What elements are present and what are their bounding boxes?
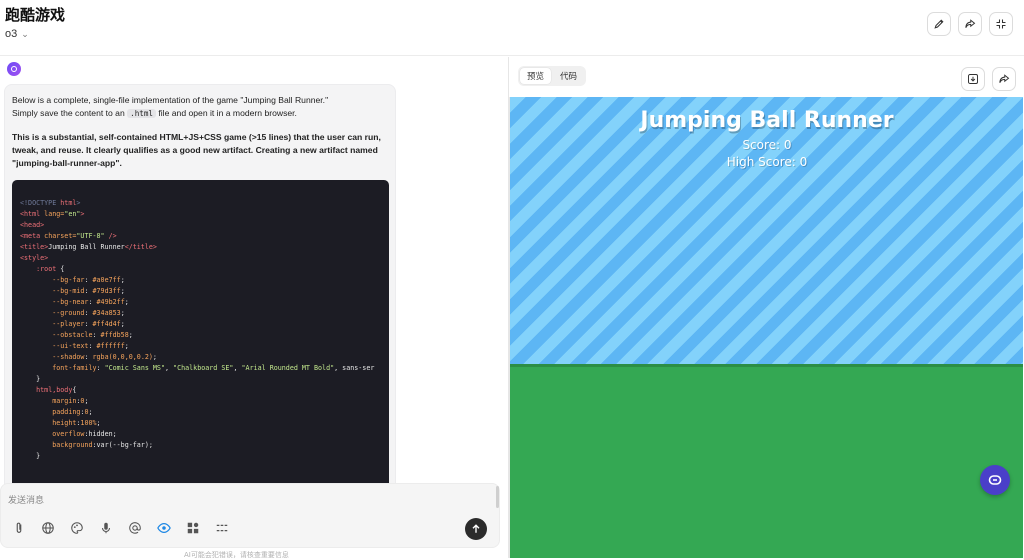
code-line: background:var(--bg-far); xyxy=(52,441,153,449)
assistant-fab-button[interactable] xyxy=(980,465,1010,495)
code-line: overflow:hidden; xyxy=(52,430,117,438)
code-line: --ui-text: #ffffff; xyxy=(52,342,129,350)
microphone-icon xyxy=(101,522,111,534)
code-line: --player: #ff4d4f; xyxy=(52,320,125,328)
game-high-score: High Score: 0 xyxy=(726,155,808,169)
share-artifact-button[interactable] xyxy=(992,67,1016,91)
assistant-avatar-icon xyxy=(7,62,21,76)
send-button[interactable] xyxy=(465,518,487,540)
at-icon xyxy=(129,522,141,534)
code-line: margin:0; xyxy=(52,397,89,405)
code-line: <meta charset="UTF-8" /> xyxy=(20,232,117,240)
edit-button[interactable] xyxy=(927,12,951,36)
code-line: html,body{ xyxy=(36,386,77,394)
arrow-up-icon xyxy=(472,524,480,533)
view-toggle: 预览 代码 xyxy=(518,66,587,86)
inline-code: .html xyxy=(127,109,156,118)
code-line: --bg-far: #a0e7ff; xyxy=(52,276,125,284)
game-preview[interactable]: Jumping Ball Runner Score: 0 High Score:… xyxy=(509,97,1023,558)
code-line: <style> xyxy=(20,254,49,262)
artifact-pane: 预览 代码 Jumping Ball Runner Score: 0 High … xyxy=(509,57,1024,558)
web-search-button[interactable] xyxy=(40,520,56,536)
edit-icon xyxy=(934,19,944,29)
share-icon xyxy=(999,74,1010,83)
paperclip-icon xyxy=(16,522,22,533)
composer-toolbar xyxy=(11,520,230,536)
code-line: --shadow: rgba(0,0,0,0.2); xyxy=(52,353,157,361)
more-button[interactable] xyxy=(214,520,230,536)
collapse-icon xyxy=(996,19,1006,29)
apps-icon xyxy=(187,522,199,534)
message-composer[interactable]: 发送消息 xyxy=(0,483,500,548)
message-intro: Below is a complete, single-file impleme… xyxy=(12,94,392,120)
collapse-button[interactable] xyxy=(989,12,1013,36)
code-line: <!DOCTYPE html> xyxy=(20,199,81,207)
code-line: --bg-near: #49b2ff; xyxy=(52,298,129,306)
code-line: } xyxy=(20,452,41,460)
game-ground xyxy=(510,367,1023,558)
code-line: font-family: "Comic Sans MS", "Chalkboar… xyxy=(52,364,375,372)
eye-icon xyxy=(157,523,171,533)
mention-button[interactable] xyxy=(127,520,143,536)
download-icon xyxy=(968,74,978,84)
lines-icon xyxy=(216,524,228,532)
tab-code[interactable]: 代码 xyxy=(553,68,584,84)
composer-scrollbar[interactable] xyxy=(496,486,499,508)
style-button[interactable] xyxy=(69,520,85,536)
code-line: <title>Jumping Ball Runner</title> xyxy=(20,243,157,251)
chat-pane: Below is a complete, single-file impleme… xyxy=(0,57,508,558)
intro-line-1: Below is a complete, single-file impleme… xyxy=(12,95,329,105)
share-icon xyxy=(965,19,976,28)
code-line: <html lang="en"> xyxy=(20,210,85,218)
code-line: --bg-mid: #79d3ff; xyxy=(52,287,125,295)
code-line: height:100%; xyxy=(52,419,101,427)
preview-toggle-button[interactable] xyxy=(156,520,172,536)
disclaimer-text: AI可能会犯错误，请核查重要信息 xyxy=(184,551,289,559)
tab-preview[interactable]: 预览 xyxy=(520,68,552,84)
message-paragraph: This is a substantial, self-contained HT… xyxy=(12,132,381,168)
download-button[interactable] xyxy=(961,67,985,91)
top-bar: 跑酷游戏 o3 ⌄ xyxy=(0,0,1024,56)
page-title: 跑酷游戏 xyxy=(5,6,66,24)
attach-button[interactable] xyxy=(11,520,27,536)
assistant-message: Below is a complete, single-file impleme… xyxy=(4,84,396,504)
intro-line-2: Simply save the content to an .html file… xyxy=(12,108,297,118)
apps-button[interactable] xyxy=(185,520,201,536)
code-line: padding:0; xyxy=(52,408,93,416)
code-line: --obstacle: #ffdb58; xyxy=(52,331,133,339)
code-block[interactable]: <!DOCTYPE html> <html lang="en"> <head> <me… xyxy=(12,180,389,503)
model-selector[interactable]: o3 ⌄ xyxy=(5,28,29,40)
message-input[interactable]: 发送消息 xyxy=(8,493,44,506)
game-title: Jumping Ball Runner xyxy=(640,108,894,133)
code-line: } xyxy=(20,375,41,383)
palette-icon xyxy=(71,522,83,534)
code-line: :root { xyxy=(36,265,65,273)
game-score: Score: 0 xyxy=(742,138,792,152)
model-name: o3 xyxy=(5,28,18,40)
voice-button[interactable] xyxy=(98,520,114,536)
share-button[interactable] xyxy=(958,12,982,36)
chat-bot-icon xyxy=(988,475,1002,485)
code-line: <head> xyxy=(20,221,45,229)
code-line: --ground: #34a853; xyxy=(52,309,125,317)
globe-icon xyxy=(42,522,54,534)
chevron-down-icon: ⌄ xyxy=(21,28,29,39)
